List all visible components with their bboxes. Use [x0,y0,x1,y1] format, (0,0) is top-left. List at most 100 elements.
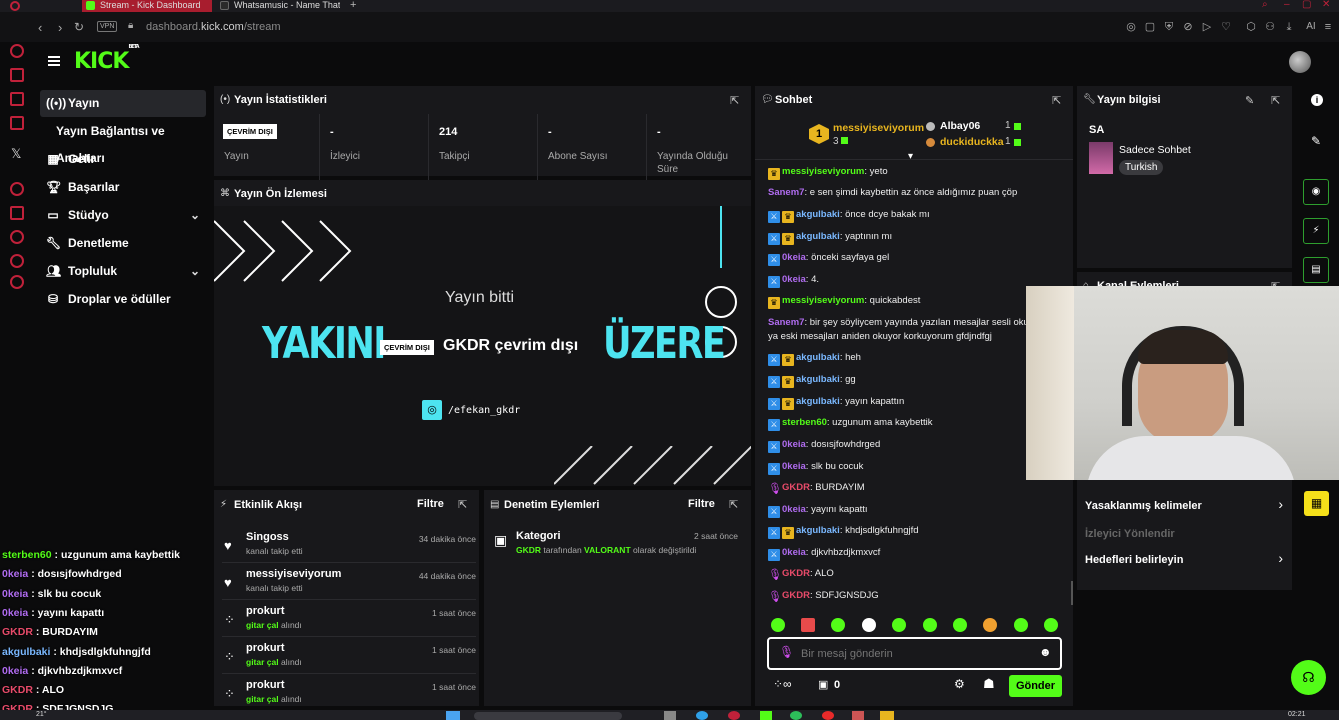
emote-icon[interactable] [1044,618,1058,632]
camera-action-button[interactable]: ◉ [1303,179,1329,205]
taskbar-app-icon[interactable] [880,711,894,720]
taskbar-app-icon[interactable] [664,711,676,720]
x-twitter-icon[interactable]: 𝕏 [11,146,21,162]
edit-icon[interactable]: ✎ [1311,134,1321,148]
vault-icon[interactable]: ▣ [818,678,828,691]
emote-icon[interactable] [862,618,876,632]
nav-item-studyo[interactable]: ▭ Stüdyo ⌄ [40,202,206,229]
minimize-button[interactable]: – [1284,0,1290,10]
menu-icon[interactable]: ≡ [1322,21,1334,33]
maximize-button[interactable]: ▢ [1302,0,1311,10]
emoji-icon[interactable]: ☻ [1039,645,1052,659]
lightning-action-button[interactable]: ⚡︎ [1303,218,1329,244]
chat-username[interactable]: GKDR [782,482,810,493]
aria-icon[interactable] [10,44,24,58]
chat-username[interactable]: 0keia [782,274,806,285]
filter-button[interactable]: Filtre [417,498,444,510]
chevron-down-icon[interactable]: ⌄ [190,202,200,229]
settings-icon[interactable]: ⚙︎ [954,677,965,691]
chat-username[interactable]: 0keia [782,439,806,450]
reload-icon[interactable]: ↻ [74,20,84,34]
emote-icon[interactable] [801,618,815,632]
chat-username[interactable]: akgulbaki [796,231,840,242]
kick-logo[interactable]: KICKBETA [74,44,140,74]
stream-preview[interactable]: Yayın bitti YAKINI ÜZERE ÇEVRİM DIŞI GKD… [214,206,751,486]
gallery-action-button[interactable]: ▦ [1304,491,1329,516]
chat-username[interactable]: akgulbaki [796,209,840,220]
edit-icon[interactable]: ✎ [1245,94,1254,107]
taskbar-app-icon[interactable] [696,711,708,720]
filter-button[interactable]: Filtre [688,498,715,510]
emote-icon[interactable] [953,618,967,632]
chat-username[interactable]: GKDR [782,568,810,579]
action-goals[interactable]: Hedefleri belirleyin › [1085,550,1285,568]
music-icon[interactable] [10,182,24,196]
heart-icon[interactable]: ♡ [1220,21,1232,33]
snapshot-icon[interactable]: ▢ [1144,21,1156,33]
camera-icon[interactable]: ◎ [1125,21,1137,33]
vpn-badge[interactable]: VPN [97,21,118,32]
nav-item-stream-key[interactable]: Yayın Bağlantısı ve Anahtarı [40,118,206,165]
tab-whatsamusic[interactable]: Whatsamusic - Name That [216,0,340,12]
close-window-button[interactable]: ✕ [1322,0,1330,10]
forward-icon[interactable]: › [58,20,62,35]
chat-username[interactable]: 0keia [782,252,806,263]
taskbar-app-icon[interactable] [790,711,802,720]
top-user[interactable]: messiyiseviyorum [833,122,924,134]
popout-icon[interactable]: ⇱ [458,498,467,511]
apps-icon[interactable] [10,206,24,220]
chat-username[interactable]: messiyiseviyorum [782,295,864,306]
emote-icon[interactable] [983,618,997,632]
chat-username[interactable]: GKDR [782,590,810,601]
info-icon[interactable]: i [1311,94,1323,106]
chat-username[interactable]: akgulbaki [796,525,840,536]
hamburger-menu-icon[interactable] [48,56,60,66]
settings-icon[interactable] [10,275,24,289]
nav-item-droplar[interactable]: ⛁ Droplar ve ödüller [40,286,206,313]
taskbar-app-icon[interactable] [852,711,864,720]
second-user[interactable]: Albay06 [940,120,980,132]
chat-username[interactable]: 0keia [782,504,806,515]
back-icon[interactable]: ‹ [38,20,42,35]
chat-username[interactable]: sterben60 [782,417,827,428]
search-tabs-icon[interactable]: ⌕ [1262,0,1268,10]
profile-icon[interactable]: ⚇ [1264,21,1276,33]
collapse-icon[interactable]: ▾ [908,151,913,162]
chevron-down-icon[interactable]: ⌄ [190,258,200,285]
taskbar-app-icon[interactable] [760,711,772,720]
emote-icon[interactable] [771,618,785,632]
nav-item-denetleme[interactable]: 🔧︎ Denetleme [40,230,206,257]
chat-username[interactable]: 0keia [782,547,806,558]
quick-emote-icon[interactable]: ☗ [983,676,995,692]
emote-icon[interactable] [923,618,937,632]
popout-icon[interactable]: ⇱ [1271,94,1280,107]
send-button[interactable]: Gönder [1009,675,1062,697]
extensions-icon[interactable]: ⬡ [1245,21,1257,33]
emote-icon[interactable] [1014,618,1028,632]
play-icon[interactable]: ▷ [1201,21,1213,33]
adblock-icon[interactable]: ⊘ [1182,21,1194,33]
url-field[interactable]: dashboard.kick.com/stream [146,21,281,33]
chat-username[interactable]: akgulbaki [796,352,840,363]
chat-username[interactable]: 0keia [782,461,806,472]
start-icon[interactable] [446,711,460,720]
third-user[interactable]: duckiduckka [940,136,1004,148]
chat-username[interactable]: akgulbaki [796,374,840,385]
taskbar-app-icon[interactable] [822,711,834,720]
emote-icon[interactable] [892,618,906,632]
emote-icon[interactable] [831,618,845,632]
shield-icon[interactable]: ⛨ [1163,21,1175,33]
points-icon[interactable]: ⁘∞ [773,677,792,691]
popout-icon[interactable]: ⇱ [729,498,738,511]
extensions-side-icon[interactable] [10,254,24,268]
nav-item-yayin[interactable]: ((•)) Yayın [40,90,206,117]
chat-username[interactable]: Sanem7 [768,317,804,328]
nav-item-basarilar[interactable]: 🏆︎ Başarılar [40,174,206,201]
gmail-icon[interactable] [10,116,24,130]
chat-input-box[interactable]: 🎙︎ ☻ [767,637,1062,670]
tab-kick-dashboard[interactable]: Stream - Kick Dashboard [82,0,212,12]
notes-action-button[interactable]: ▤ [1303,257,1329,283]
chat-input[interactable] [801,646,1031,662]
ai-icon[interactable]: AI [1300,21,1322,33]
nav-item-gelir[interactable]: ▦ Gelir [40,146,206,173]
